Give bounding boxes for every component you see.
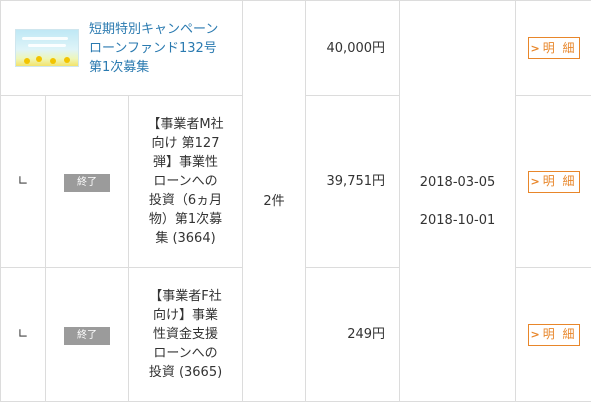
sub-loan-name-line: 物）第1次募 xyxy=(131,210,240,229)
fund-title-line: 短期特別キャンペーン xyxy=(89,20,218,39)
detail-button[interactable]: > 明 細 xyxy=(528,324,580,346)
sub-loan-name-line: 投資（6ヵ月 xyxy=(131,191,240,210)
start-date: 2018-03-05 xyxy=(400,173,515,192)
sub-loan-name-line: 性資金支援 xyxy=(131,325,240,344)
detail-button-label: 明 細 xyxy=(543,325,577,344)
period-dates-cell: 2018-03-05 2018-10-01 xyxy=(400,1,516,402)
chevron-right-icon: > xyxy=(530,39,539,58)
sub-loan-amount: 249円 xyxy=(306,268,400,402)
sub-loan-name-line: 向け 第127 xyxy=(131,134,240,153)
loan-fund-table: 短期特別キャンペーン ローンファンド132号 第1次募集 2件 40,000円 … xyxy=(0,0,591,402)
detail-cell: > 明 細 xyxy=(516,1,591,96)
table-row-parent-fund: 短期特別キャンペーン ローンファンド132号 第1次募集 2件 40,000円 … xyxy=(1,1,591,96)
sub-loan-name-line: ローンへの xyxy=(131,344,240,363)
campaign-banner-icon[interactable] xyxy=(15,29,79,67)
detail-button[interactable]: > 明 細 xyxy=(528,37,580,59)
fund-amount: 40,000円 xyxy=(306,1,400,96)
sub-loan-name-line: 【事業者F社 xyxy=(131,287,240,306)
status-cell: 終了 xyxy=(46,96,129,268)
sub-loan-name: 【事業者M社 向け 第127 弾】事業性 ローンへの 投資（6ヵ月 物）第1次募… xyxy=(129,96,243,268)
sub-row-marker: ∟ xyxy=(1,96,46,268)
chevron-right-icon: > xyxy=(530,325,539,344)
sub-loan-name-line: 向け】事業 xyxy=(131,306,240,325)
sub-loan-name-line: 投資 (3665) xyxy=(131,363,240,382)
detail-button-label: 明 細 xyxy=(543,172,577,191)
loan-count: 2件 xyxy=(243,1,306,402)
fund-name-cell: 短期特別キャンペーン ローンファンド132号 第1次募集 xyxy=(1,1,243,96)
status-badge: 終了 xyxy=(64,174,110,192)
sub-loan-name-line: 弾】事業性 xyxy=(131,153,240,172)
sub-loan-name-line: 【事業者M社 xyxy=(131,115,240,134)
status-badge: 終了 xyxy=(64,327,110,345)
chevron-right-icon: > xyxy=(530,172,539,191)
fund-title-line: 第1次募集 xyxy=(89,58,218,77)
sub-loan-amount: 39,751円 xyxy=(306,96,400,268)
sub-loan-name: 【事業者F社 向け】事業 性資金支援 ローンへの 投資 (3665) xyxy=(129,268,243,402)
sub-loan-name-line: 集 (3664) xyxy=(131,229,240,248)
status-cell: 終了 xyxy=(46,268,129,402)
detail-button-label: 明 細 xyxy=(543,39,577,58)
fund-title-line: ローンファンド132号 xyxy=(89,39,218,58)
fund-title-link[interactable]: 短期特別キャンペーン ローンファンド132号 第1次募集 xyxy=(89,20,218,77)
sub-loan-name-line: ローンへの xyxy=(131,172,240,191)
detail-button[interactable]: > 明 細 xyxy=(528,171,580,193)
detail-cell: > 明 細 xyxy=(516,96,591,268)
sub-row-marker: ∟ xyxy=(1,268,46,402)
end-date: 2018-10-01 xyxy=(400,211,515,230)
detail-cell: > 明 細 xyxy=(516,268,591,402)
